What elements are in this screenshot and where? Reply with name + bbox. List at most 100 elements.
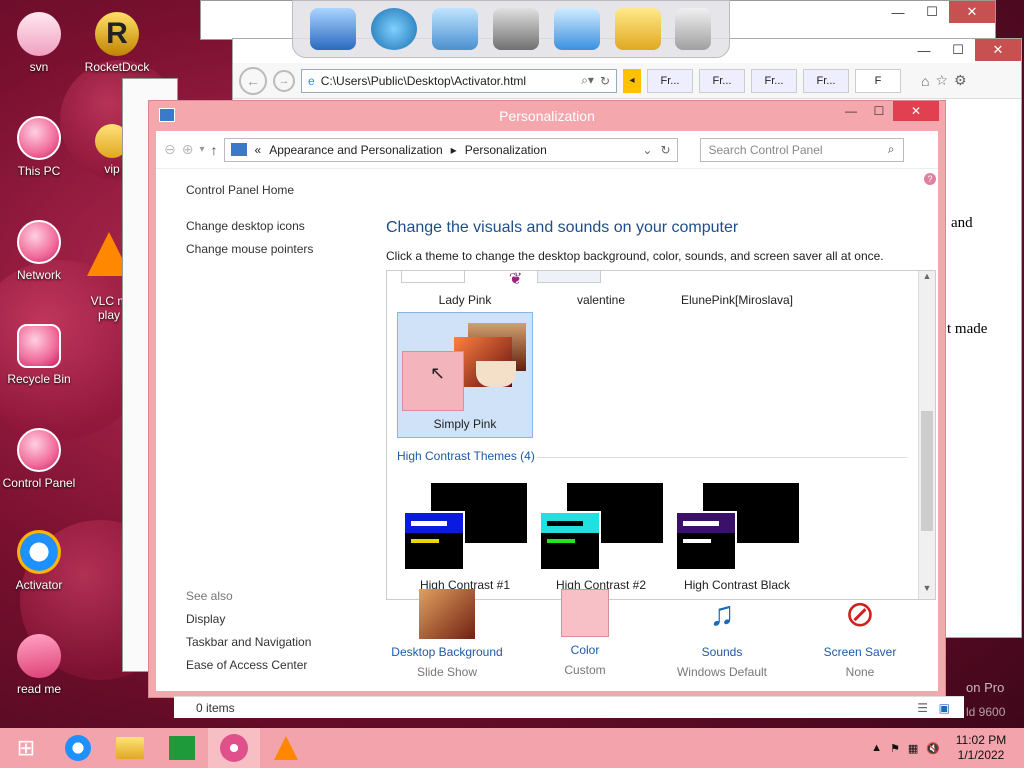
personalization-window[interactable]: Personalization — ☐ ✕ ⊖ ⊕ ▾ ↑ « Appearan… xyxy=(148,100,946,698)
network-globe-icon[interactable] xyxy=(371,8,418,50)
close-button[interactable]: ✕ xyxy=(975,39,1021,61)
breadcrumb[interactable]: « Appearance and Personalization ▸ Perso… xyxy=(223,137,678,162)
recycle-bin-icon[interactable] xyxy=(675,8,712,50)
theme-simply-pink[interactable]: ↖ Simply Pink xyxy=(397,312,533,438)
help-icon[interactable]: ? xyxy=(924,173,936,185)
window-caption-buttons: — ☐ ✕ xyxy=(837,101,939,121)
ie-tab[interactable]: Fr... xyxy=(699,68,745,93)
change-mouse-pointers-link[interactable]: Change mouse pointers xyxy=(186,242,313,256)
butterfly-icon: ❦ xyxy=(509,271,523,288)
user-settings-icon[interactable] xyxy=(492,8,539,50)
desktop-background-option[interactable]: Desktop Background Slide Show xyxy=(377,589,517,679)
computer-icon[interactable] xyxy=(310,8,357,50)
back-arrow-icon[interactable]: ⊖ xyxy=(164,141,176,158)
up-arrow-icon[interactable]: ↑ xyxy=(211,142,218,158)
control-panel-icon xyxy=(17,428,61,472)
ease-of-access-link[interactable]: Ease of Access Center xyxy=(186,658,307,672)
back-arrow-icon[interactable]: ← xyxy=(239,66,267,95)
screen-saver-option[interactable]: ⊘ Screen Saver None xyxy=(790,589,930,679)
control-panel-home-link[interactable]: Control Panel Home xyxy=(186,183,294,197)
desktop-icon-rocketdock[interactable]: R RocketDock xyxy=(78,12,156,74)
desktop-icon-svn[interactable]: svn xyxy=(0,12,78,74)
this-pc-icon xyxy=(17,116,61,160)
store-icon xyxy=(169,736,195,760)
sounds-option[interactable]: ♫ Sounds Windows Default xyxy=(652,589,792,679)
taskbar-navigation-link[interactable]: Taskbar and Navigation xyxy=(186,635,311,649)
large-icons-view-icon[interactable]: ▣ xyxy=(939,701,950,715)
forward-arrow-icon[interactable]: → xyxy=(273,69,295,92)
window-title: Personalization xyxy=(499,108,595,124)
ie-tab[interactable]: Fr... xyxy=(647,68,693,93)
title-bar[interactable]: Personalization — ☐ ✕ xyxy=(149,101,945,131)
display-link[interactable]: Display xyxy=(186,612,225,626)
svn-icon xyxy=(17,12,61,56)
theme-valentine[interactable]: valentine xyxy=(531,293,671,307)
search-icon[interactable]: ⌕▾ xyxy=(581,73,594,88)
maximize-button[interactable]: ☐ xyxy=(941,39,975,61)
search-input[interactable]: Search Control Panel ⌕ xyxy=(699,137,904,162)
tabs-scroll-left-icon[interactable]: ◂ xyxy=(623,68,641,93)
desktop-icon-this-pc[interactable]: This PC xyxy=(0,116,78,178)
desktop-icon-recycle-bin[interactable]: Recycle Bin xyxy=(0,324,78,386)
minimize-button[interactable]: — xyxy=(907,39,941,61)
ie-tab[interactable]: Fr... xyxy=(803,68,849,93)
theme-list-scrollbar[interactable]: ▲ ▼ xyxy=(918,271,935,599)
close-button[interactable]: ✕ xyxy=(893,101,939,121)
maximize-button[interactable]: ☐ xyxy=(915,1,949,23)
window-caption-buttons: — ☐ ✕ xyxy=(881,1,995,23)
network-icon xyxy=(17,220,61,264)
volume-muted-icon[interactable]: 🔇 xyxy=(926,742,940,755)
scroll-up-arrow-icon[interactable]: ▲ xyxy=(919,271,935,287)
ie-tab[interactable]: Fr... xyxy=(751,68,797,93)
refresh-icon[interactable]: ↻ xyxy=(660,143,670,157)
folder-icon[interactable] xyxy=(614,8,661,50)
forward-arrow-icon[interactable]: ⊕ xyxy=(182,141,194,158)
minimize-button[interactable]: — xyxy=(837,101,865,121)
color-option[interactable]: Color Custom xyxy=(515,589,655,677)
search-icon[interactable]: ⌕ xyxy=(888,142,895,157)
taskbar-ie[interactable] xyxy=(52,728,104,768)
desktop-background-icon xyxy=(419,589,475,639)
ie-tab-active[interactable]: F xyxy=(855,68,901,93)
refresh-icon[interactable]: ↻ xyxy=(600,74,610,88)
breadcrumb-personalization[interactable]: Personalization xyxy=(465,143,547,157)
theme-elunepink[interactable]: ElunePink[Miroslava] xyxy=(667,293,807,307)
desktop-icon-read-me[interactable]: read me xyxy=(0,631,78,696)
taskbar-vlc[interactable] xyxy=(260,728,312,768)
desktop-icon-network[interactable]: Network xyxy=(0,220,78,282)
page-subtitle: Click a theme to change the desktop back… xyxy=(386,249,884,263)
folder-icon xyxy=(116,737,144,759)
ie-address-bar[interactable]: e C:\Users\Public\Desktop\Activator.html… xyxy=(301,68,617,93)
desktop-icon-activator[interactable]: Activator xyxy=(0,530,78,592)
flag-icon[interactable]: ⚑ xyxy=(890,742,900,755)
recycle-bin-icon xyxy=(17,324,61,368)
breadcrumb-appearance[interactable]: Appearance and Personalization xyxy=(269,143,442,157)
close-button[interactable]: ✕ xyxy=(949,1,995,23)
maximize-button[interactable]: ☐ xyxy=(865,101,893,121)
gear-icon[interactable]: ⚙ xyxy=(954,72,967,89)
details-view-icon[interactable]: ☰ xyxy=(917,701,928,715)
start-button[interactable]: ⊞ xyxy=(0,728,52,768)
group-header[interactable]: High Contrast Themes (4) xyxy=(397,449,535,463)
watermark-text: on Pro xyxy=(966,680,1005,695)
home-icon[interactable]: ⌂ xyxy=(921,73,929,89)
clock[interactable]: 11:02 PM 1/1/2022 xyxy=(948,733,1014,763)
network-icon[interactable]: ▦ xyxy=(908,742,918,755)
control-panel-icon[interactable] xyxy=(432,8,479,50)
coffee-cup-icon xyxy=(476,361,516,387)
desktop-icon-control-panel[interactable]: Control Panel xyxy=(0,428,78,490)
theme-thumbnail xyxy=(401,271,465,283)
theme-lady-pink[interactable]: Lady Pink xyxy=(395,293,535,307)
show-hidden-icons-icon[interactable]: ▲ xyxy=(871,742,882,754)
recent-pages-chevron-icon[interactable]: ▾ xyxy=(199,144,204,155)
windows-drive-icon[interactable] xyxy=(553,8,600,50)
favorites-star-icon[interactable]: ☆ xyxy=(935,72,948,89)
scroll-thumb[interactable] xyxy=(921,411,933,531)
chevron-down-icon[interactable]: ⌄ xyxy=(642,143,652,157)
change-desktop-icons-link[interactable]: Change desktop icons xyxy=(186,219,305,233)
text-file-icon xyxy=(14,631,64,681)
taskbar-control-panel[interactable] xyxy=(208,728,260,768)
taskbar-file-explorer[interactable] xyxy=(104,728,156,768)
taskbar-store[interactable] xyxy=(156,728,208,768)
minimize-button[interactable]: — xyxy=(881,1,915,23)
